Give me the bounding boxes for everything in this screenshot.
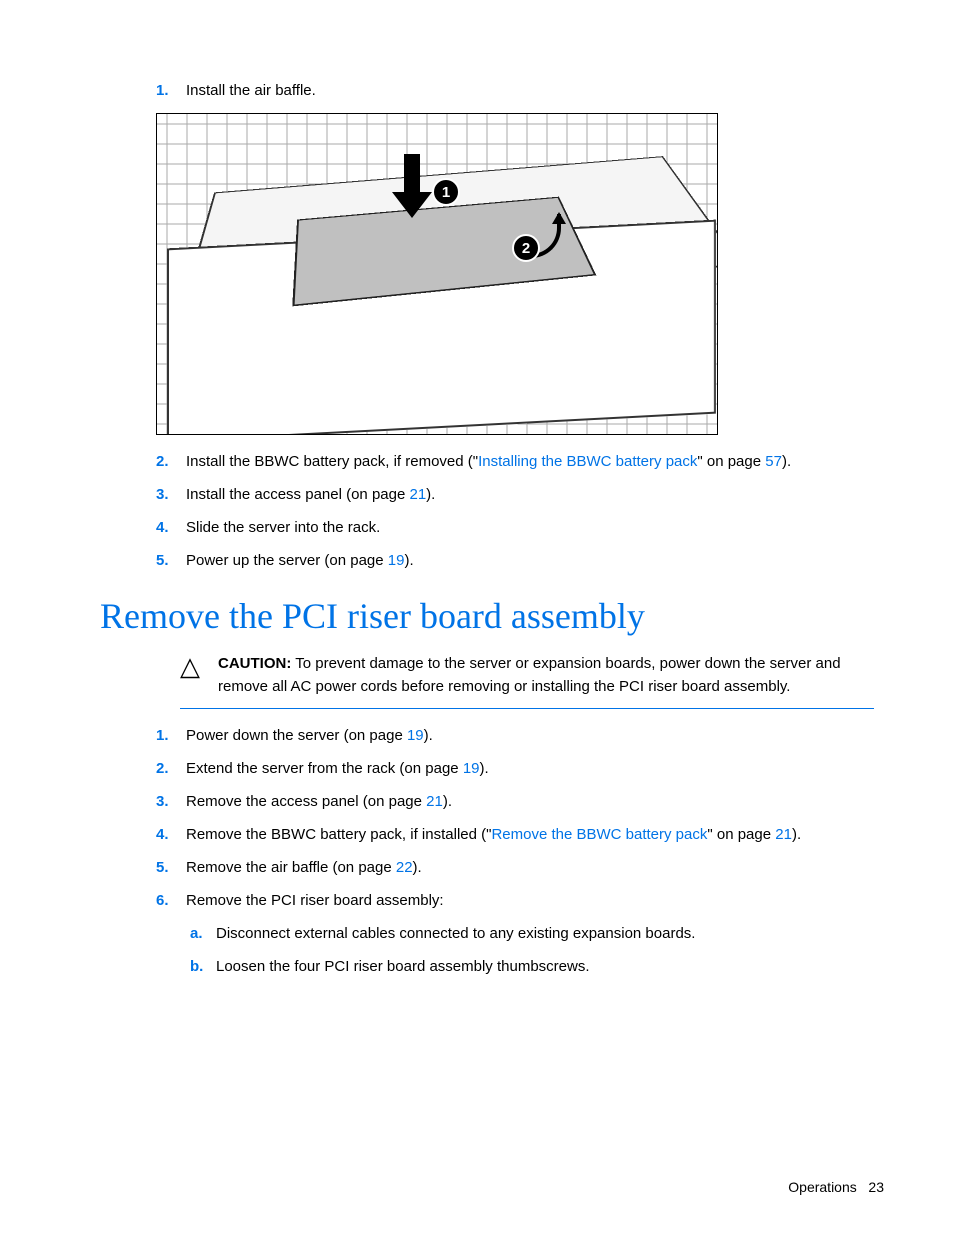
step-text: Extend the server from the rack (on page… (186, 758, 884, 779)
sub-list-item: a.Disconnect external cables connected t… (190, 923, 884, 944)
step-number: 4. (156, 517, 186, 538)
page-footer: Operations 23 (788, 1179, 884, 1195)
step-number: 1. (156, 725, 186, 746)
step-text: Install the air baffle. (186, 80, 884, 101)
list-item: 2.Install the BBWC battery pack, if remo… (156, 451, 884, 472)
list-item: 4.Slide the server into the rack. (156, 517, 884, 538)
cross-reference-link[interactable]: 57 (765, 453, 782, 470)
list-item: 1.Install the air baffle. (156, 80, 884, 101)
step-number: 3. (156, 791, 186, 812)
cross-reference-link[interactable]: 22 (396, 859, 413, 876)
step-text: Remove the BBWC battery pack, if install… (186, 824, 884, 845)
step-text: Install the access panel (on page 21). (186, 484, 884, 505)
caution-body: To prevent damage to the server or expan… (218, 655, 841, 695)
cross-reference-link[interactable]: 19 (463, 760, 480, 777)
top-steps-list: 1.Install the air baffle. (100, 80, 884, 101)
document-page: 1.Install the air baffle. 1 2 2.Install … (0, 0, 954, 1235)
cross-reference-link[interactable]: 21 (775, 826, 792, 843)
step-text: Install the BBWC battery pack, if remove… (186, 451, 884, 472)
step-text: Power up the server (on page 19). (186, 550, 884, 571)
sub-step-letter: a. (190, 923, 216, 944)
callout-badge-1: 1 (432, 178, 460, 206)
list-item: 6.Remove the PCI riser board assembly: (156, 890, 884, 911)
step-number: 4. (156, 824, 186, 845)
cross-reference-link[interactable]: 19 (407, 727, 424, 744)
sub-step-text: Disconnect external cables connected to … (216, 923, 695, 944)
footer-page-number: 23 (868, 1179, 884, 1195)
cross-reference-link[interactable]: 21 (426, 793, 443, 810)
caution-icon: △ (180, 653, 218, 698)
list-item: 4.Remove the BBWC battery pack, if insta… (156, 824, 884, 845)
cross-reference-link[interactable]: Installing the BBWC battery pack (478, 453, 697, 470)
step-text: Remove the PCI riser board assembly: (186, 890, 884, 911)
step-number: 5. (156, 857, 186, 878)
list-item: 3.Remove the access panel (on page 21). (156, 791, 884, 812)
step-number: 3. (156, 484, 186, 505)
list-item: 3.Install the access panel (on page 21). (156, 484, 884, 505)
footer-section: Operations (788, 1179, 856, 1195)
callout-badge-2: 2 (512, 234, 540, 262)
step-number: 2. (156, 758, 186, 779)
caution-label: CAUTION: (218, 655, 291, 672)
top-steps-list-cont: 2.Install the BBWC battery pack, if remo… (100, 451, 884, 571)
list-item: 5.Power up the server (on page 19). (156, 550, 884, 571)
caution-text: CAUTION: To prevent damage to the server… (218, 653, 874, 698)
step-number: 5. (156, 550, 186, 571)
cross-reference-link[interactable]: 19 (388, 552, 405, 569)
cross-reference-link[interactable]: 21 (409, 486, 426, 503)
section-heading: Remove the PCI riser board assembly (100, 595, 884, 637)
step-text: Remove the air baffle (on page 22). (186, 857, 884, 878)
list-item: 1.Power down the server (on page 19). (156, 725, 884, 746)
sub-steps-list: a.Disconnect external cables connected t… (100, 923, 884, 977)
step-text: Power down the server (on page 19). (186, 725, 884, 746)
step-text: Slide the server into the rack. (186, 517, 884, 538)
bottom-steps-list: 1.Power down the server (on page 19).2.E… (100, 725, 884, 911)
step-text: Remove the access panel (on page 21). (186, 791, 884, 812)
sub-step-text: Loosen the four PCI riser board assembly… (216, 956, 590, 977)
list-item: 5.Remove the air baffle (on page 22). (156, 857, 884, 878)
step-number: 6. (156, 890, 186, 911)
list-item: 2.Extend the server from the rack (on pa… (156, 758, 884, 779)
sub-step-letter: b. (190, 956, 216, 977)
step-number: 1. (156, 80, 186, 101)
sub-list-item: b.Loosen the four PCI riser board assemb… (190, 956, 884, 977)
air-baffle-diagram: 1 2 (156, 113, 718, 435)
caution-block: △ CAUTION: To prevent damage to the serv… (180, 653, 874, 709)
cross-reference-link[interactable]: Remove the BBWC battery pack (491, 826, 707, 843)
step-number: 2. (156, 451, 186, 472)
